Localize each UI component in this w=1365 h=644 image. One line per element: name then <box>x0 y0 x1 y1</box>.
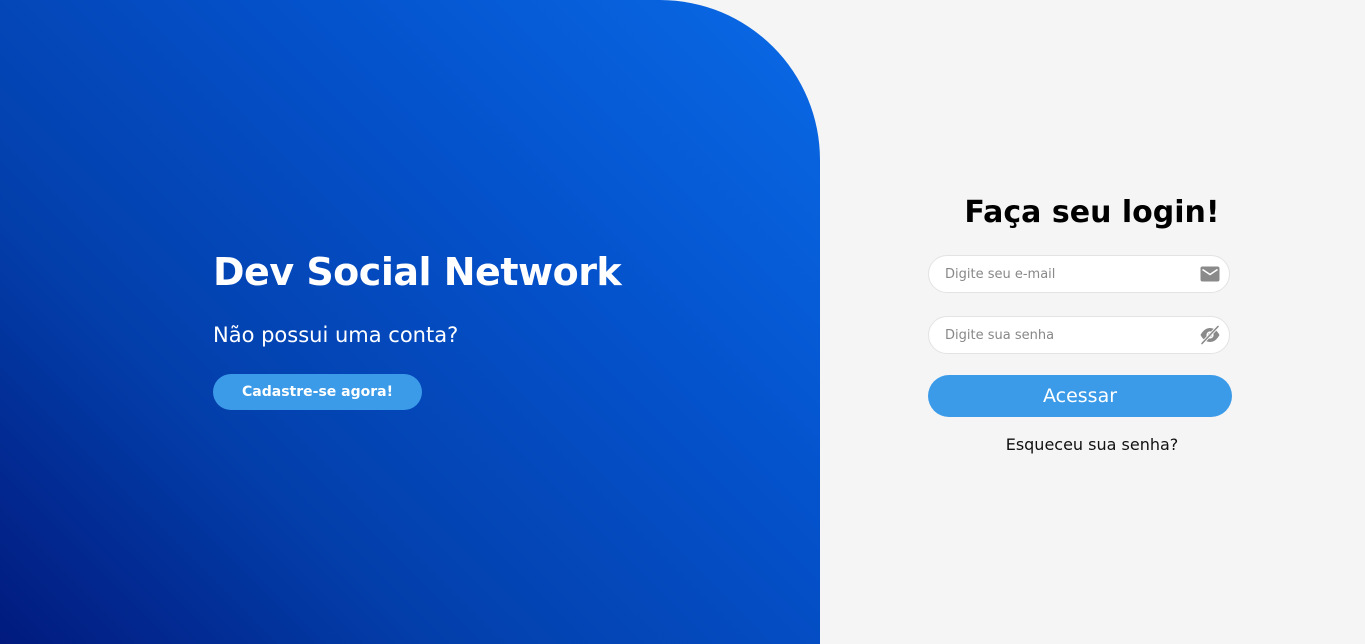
login-page: Dev Social Network Não possui uma conta?… <box>0 0 1365 644</box>
password-field[interactable] <box>928 316 1230 354</box>
email-input[interactable] <box>945 256 1185 292</box>
app-title: Dev Social Network <box>213 250 622 294</box>
eye-off-icon[interactable] <box>1199 325 1221 345</box>
access-button[interactable]: Acessar <box>928 375 1232 417</box>
forgot-password-link[interactable]: Esqueceu sua senha? <box>928 435 1256 454</box>
signup-prompt: Não possui uma conta? <box>213 323 459 347</box>
login-title: Faça seu login! <box>964 195 1220 230</box>
email-field[interactable] <box>928 255 1230 293</box>
mail-icon <box>1199 264 1221 284</box>
password-input[interactable] <box>945 317 1185 353</box>
hero-panel: Dev Social Network Não possui uma conta?… <box>0 0 820 644</box>
signup-button[interactable]: Cadastre-se agora! <box>213 374 422 410</box>
